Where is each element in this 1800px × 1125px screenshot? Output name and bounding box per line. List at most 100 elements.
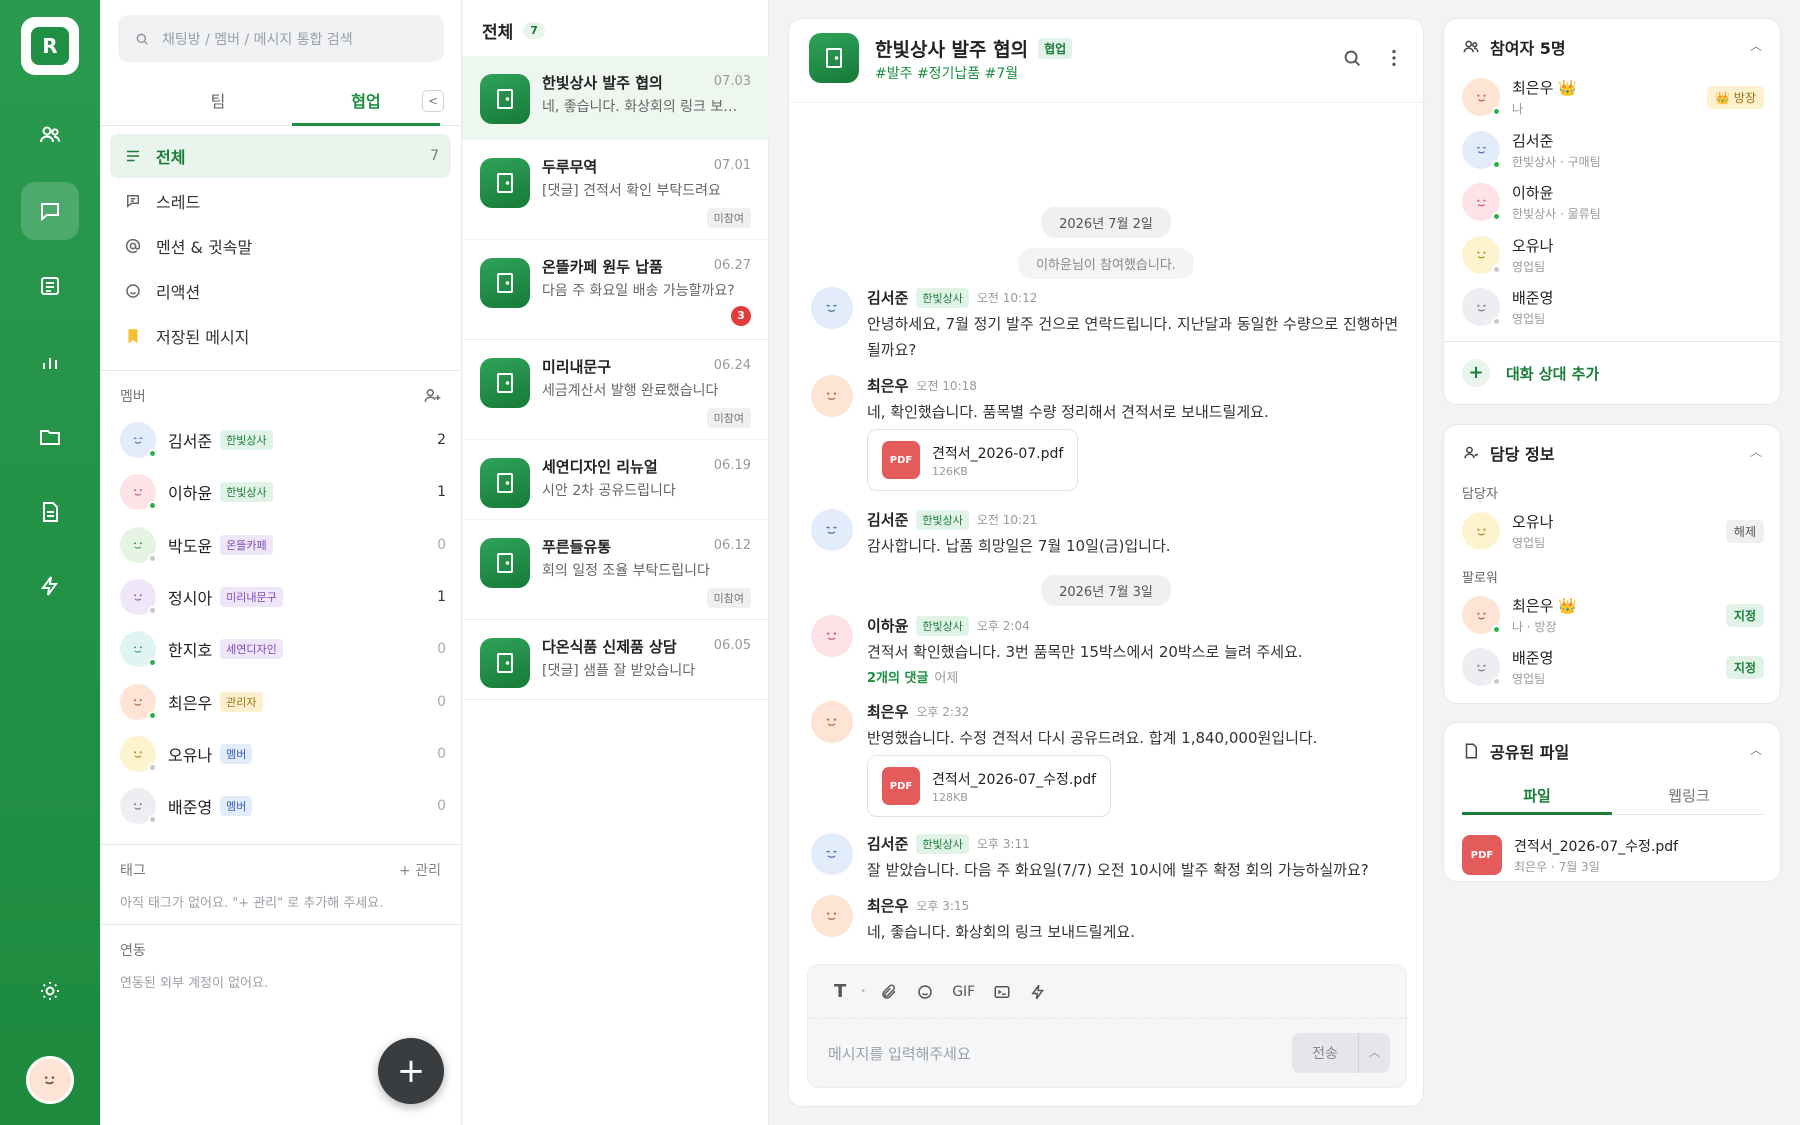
file-attachment[interactable]: PDF 견적서_2026-07_수정.pdf 128KB xyxy=(867,755,1112,817)
avatar[interactable] xyxy=(811,509,853,551)
my-avatar[interactable] xyxy=(26,1056,74,1104)
avatar[interactable] xyxy=(1462,78,1501,116)
text-format-button[interactable]: T xyxy=(834,981,846,1002)
add-member-icon[interactable] xyxy=(422,386,442,406)
member-item[interactable]: 한지호 세연디자인 0 xyxy=(120,627,446,671)
chat-more-button[interactable] xyxy=(1383,47,1407,71)
add-participant-button[interactable]: + 대화 상대 추가 xyxy=(1462,359,1599,387)
member-item[interactable]: 배준영 멤버 0 xyxy=(120,784,446,828)
channel-item[interactable]: 세연디자인 리뉴얼 06.19 시안 2차 공유드립니다 xyxy=(462,440,769,520)
attach-button[interactable] xyxy=(880,983,898,1001)
workspace-logo[interactable]: R xyxy=(21,17,79,75)
menu-threads[interactable]: 스레드 xyxy=(110,179,451,223)
rail-stats-button[interactable] xyxy=(21,333,79,391)
avatar[interactable] xyxy=(1462,183,1501,221)
avatar[interactable] xyxy=(1462,648,1501,686)
gif-button[interactable]: GIF xyxy=(952,984,975,1000)
sender-name[interactable]: 김서준 xyxy=(867,509,908,530)
tab-collab[interactable]: 협업 xyxy=(292,80,440,126)
avatar[interactable] xyxy=(120,683,157,720)
assign-button[interactable]: 지정 xyxy=(1725,603,1764,627)
collapse-chevron-icon[interactable]: ︿ xyxy=(1750,741,1762,758)
tab-weblinks[interactable]: 웹링크 xyxy=(1614,777,1764,815)
avatar[interactable] xyxy=(1462,512,1500,550)
collapse-panel-button[interactable]: < xyxy=(422,90,444,112)
participant-item[interactable]: 김서준 한빛상사 · 구매팀 xyxy=(1462,128,1764,172)
owner-item[interactable]: 오유나 영업팀 해제 xyxy=(1462,509,1764,553)
rail-docs-button[interactable] xyxy=(21,483,79,541)
avatar[interactable] xyxy=(120,735,157,772)
channel-item[interactable]: 온뜰카페 원두 납품 06.27 다음 주 화요일 배송 가능할까요? 3 xyxy=(462,240,769,340)
file-attachment[interactable]: PDF 견적서_2026-07.pdf 126KB xyxy=(867,429,1079,491)
channel-item[interactable]: 다온식품 신제품 상담 06.05 [댓글] 샘플 잘 받았습니다 xyxy=(462,620,769,700)
collapse-chevron-icon[interactable]: ︿ xyxy=(1750,443,1762,460)
send-button[interactable]: 전송 xyxy=(1292,1043,1358,1063)
avatar[interactable] xyxy=(120,422,157,458)
avatar[interactable] xyxy=(811,833,853,875)
avatar[interactable] xyxy=(811,375,853,417)
code-button[interactable] xyxy=(993,983,1011,1001)
unassign-button[interactable]: 해제 xyxy=(1725,519,1764,543)
avatar[interactable] xyxy=(1462,288,1501,326)
menu-all[interactable]: 전체 7 xyxy=(110,134,451,178)
assign-button[interactable]: 지정 xyxy=(1725,655,1764,679)
tab-team[interactable]: 팀 xyxy=(144,80,292,126)
chat-search-button[interactable] xyxy=(1341,47,1365,71)
channel-item[interactable]: 푸른들유통 06.12 회의 일정 조율 부탁드립니다 미참여 xyxy=(462,520,769,620)
avatar[interactable] xyxy=(120,526,157,563)
participant-item[interactable]: 오유나 영업팀 xyxy=(1462,233,1764,277)
avatar[interactable] xyxy=(1462,596,1501,634)
collapse-chevron-icon[interactable]: ︿ xyxy=(1750,37,1762,54)
sender-name[interactable]: 최은우 xyxy=(867,895,908,916)
global-search-input[interactable]: 채팅방 / 멤버 / 메시지 통합 검색 xyxy=(118,15,444,62)
avatar[interactable] xyxy=(811,895,853,937)
rail-board-button[interactable] xyxy=(21,257,79,315)
message-input[interactable]: 메시지를 입력해주세요 xyxy=(828,1043,971,1064)
sender-name[interactable]: 김서준 xyxy=(867,287,908,308)
avatar[interactable] xyxy=(120,788,157,825)
rail-theme-button[interactable] xyxy=(21,962,79,1020)
avatar[interactable] xyxy=(811,615,853,657)
avatar[interactable] xyxy=(811,701,853,743)
menu-saved[interactable]: 저장된 메시지 xyxy=(110,314,451,358)
thread-replies-link[interactable]: 2개의 댓글 어제 xyxy=(867,667,958,686)
sender-name[interactable]: 김서준 xyxy=(867,833,908,854)
sender-name[interactable]: 이하윤 xyxy=(867,615,908,636)
rail-automation-button[interactable] xyxy=(21,557,79,615)
member-item[interactable]: 정시아 미리내문구 1 xyxy=(120,575,446,619)
avatar[interactable] xyxy=(120,631,157,668)
member-item[interactable]: 박도윤 온뜰카페 0 xyxy=(120,523,446,567)
send-options-chevron-icon[interactable]: ︿ xyxy=(1358,1033,1390,1073)
avatar[interactable] xyxy=(1462,235,1501,274)
participant-item[interactable]: 최은우 👑 나 👑 방장 xyxy=(1462,75,1764,119)
emoji-button[interactable] xyxy=(916,983,934,1001)
menu-reactions[interactable]: 리액션 xyxy=(110,269,451,313)
avatar[interactable] xyxy=(120,578,157,615)
rail-people-button[interactable] xyxy=(21,106,79,164)
follower-item[interactable]: 배준영 영업팀 지정 xyxy=(1462,645,1764,689)
follower-item[interactable]: 최은우 👑 나 · 방장 지정 xyxy=(1462,593,1764,637)
participant-item[interactable]: 배준영 영업팀 xyxy=(1462,285,1764,329)
create-button[interactable]: + xyxy=(378,1038,444,1104)
channel-item[interactable]: 두루무역 07.01 [댓글] 견적서 확인 부탁드려요 미참여 xyxy=(462,140,769,240)
avatar[interactable] xyxy=(120,474,157,511)
avatar[interactable] xyxy=(811,287,853,329)
rail-files-button[interactable] xyxy=(21,408,79,466)
shared-file-item[interactable]: PDF 견적서_2026-07_수정.pdf 최은우 · 7월 3일 xyxy=(1462,835,1678,875)
sender-name[interactable]: 최은우 xyxy=(867,375,908,396)
tags-manage-link[interactable]: + 관리 xyxy=(399,860,441,880)
channel-item[interactable]: 미리내문구 06.24 세금계산서 발행 완료했습니다 미참여 xyxy=(462,340,769,440)
menu-mentions[interactable]: 멘션 & 귓속말 xyxy=(110,224,451,268)
member-item[interactable]: 최은우 관리자 0 xyxy=(120,680,446,724)
member-item[interactable]: 오유나 멤버 0 xyxy=(120,732,446,776)
avatar[interactable] xyxy=(1462,130,1501,169)
sender-name[interactable]: 최은우 xyxy=(867,701,908,722)
member-item[interactable]: 김서준 한빛상사 2 xyxy=(120,418,446,462)
channel-item[interactable]: 한빛상사 발주 협의 07.03 네, 좋습니다. 화상회의 링크 보내드릴게요… xyxy=(462,56,769,140)
rail-chat-button[interactable] xyxy=(21,182,79,240)
room-hashtags[interactable]: #발주 #정기납품 #7월 xyxy=(875,63,1018,83)
tab-files[interactable]: 파일 xyxy=(1462,777,1612,815)
member-item[interactable]: 이하윤 한빛상사 1 xyxy=(120,470,446,514)
participant-item[interactable]: 이하윤 한빛상사 · 물류팀 xyxy=(1462,180,1764,224)
automation-button[interactable] xyxy=(1029,983,1047,1001)
